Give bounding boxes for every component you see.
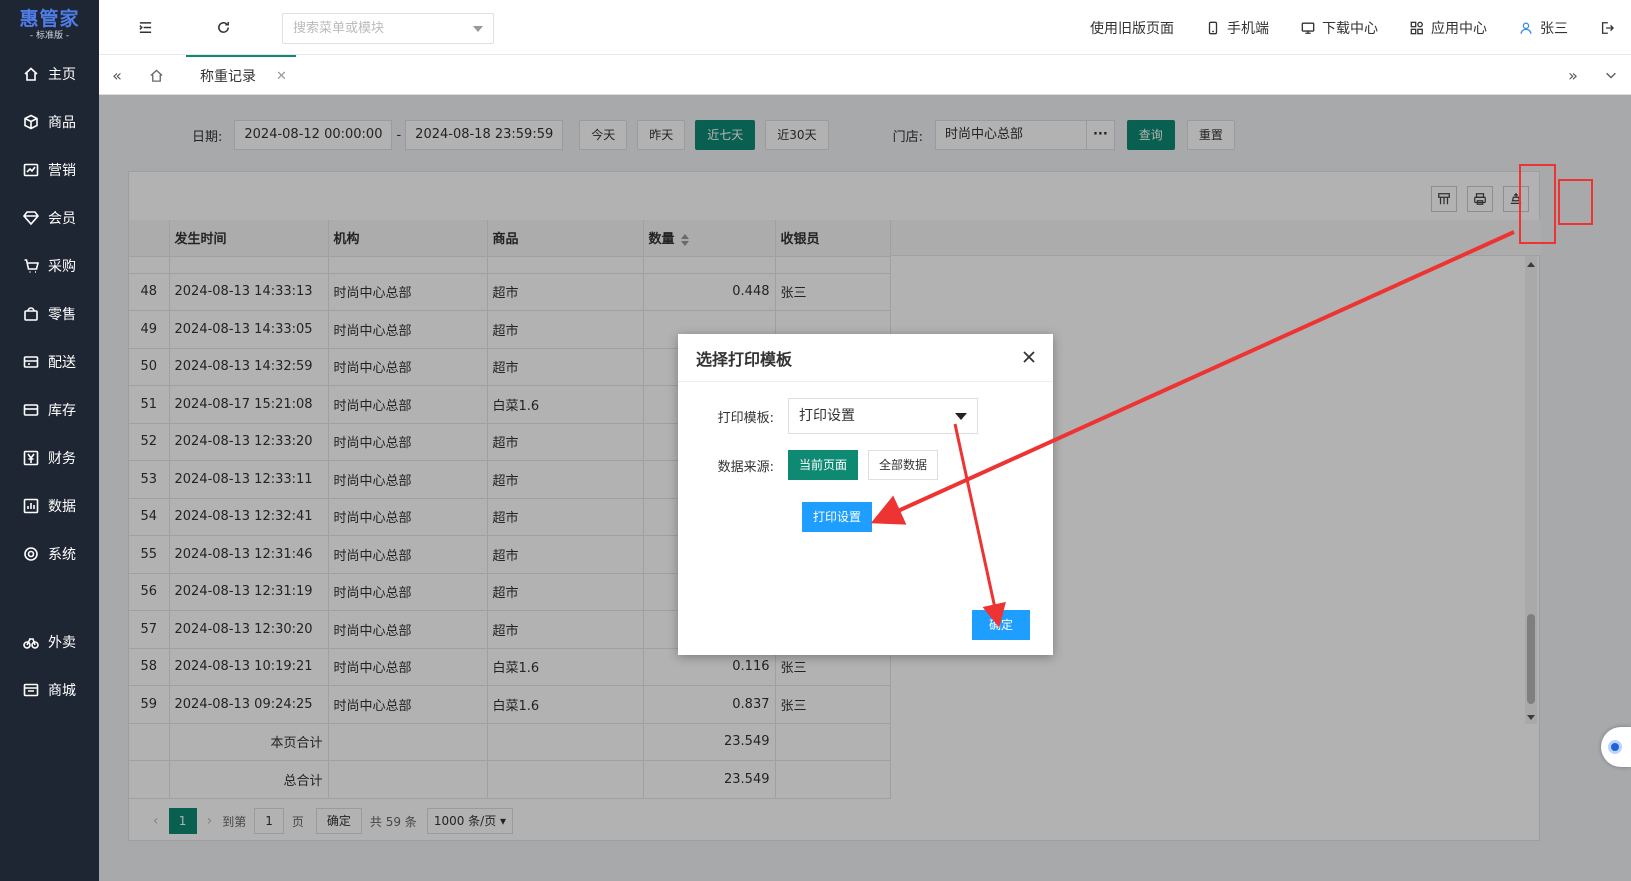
sidebar-item-label: 配送 xyxy=(48,355,76,371)
sidebar-item-label: 会员 xyxy=(48,211,76,227)
sidebar-item-truck[interactable]: 配送 xyxy=(0,338,99,386)
annotation-export-highlight xyxy=(1558,179,1593,225)
sidebar-item-cart[interactable]: 采购 xyxy=(0,242,99,290)
truck-icon xyxy=(22,353,40,371)
print-template-dialog: 选择打印模板 打印模板: 打印设置 数据来源: 当前页面 全部数据 打印设置 确… xyxy=(678,334,1053,655)
template-select[interactable]: 打印设置 xyxy=(788,398,978,434)
source-label: 数据来源: xyxy=(717,459,774,475)
print-settings-button[interactable]: 打印设置 xyxy=(802,502,873,532)
gear-icon xyxy=(22,545,40,563)
menu-search-input[interactable]: 搜索菜单或模块 xyxy=(282,13,494,44)
logo: 惠管家 - 标准版 - xyxy=(0,0,99,50)
sidebar-item-bike[interactable]: 外卖 xyxy=(0,618,99,666)
sidebar-item-label: 财务 xyxy=(48,451,76,467)
sidebar-item-store[interactable]: 商城 xyxy=(0,666,99,714)
store-icon xyxy=(22,681,40,699)
yen-icon xyxy=(22,449,40,467)
sidebar-item-chart[interactable]: 营销 xyxy=(0,146,99,194)
sidebar-item-label: 外卖 xyxy=(48,635,76,651)
logo-text: 惠管家 xyxy=(19,8,80,30)
sidebar-item-yen[interactable]: 财务 xyxy=(0,434,99,482)
sidebar-item-label: 采购 xyxy=(48,259,76,275)
sidebar-item-bar-chart[interactable]: 数据 xyxy=(0,482,99,530)
tab-bar: « 称重记录 ✕ » xyxy=(99,55,1631,95)
home-icon xyxy=(22,65,40,83)
sidebar: 惠管家 - 标准版 - 主页 商品 营销 会员 采购 零售 配送 库存 财务 数… xyxy=(0,0,99,881)
monitor-icon xyxy=(1301,22,1315,34)
top-bar: 搜索菜单或模块 使用旧版页面 手机端 下载中心 应用中心 张三 xyxy=(99,0,1631,55)
inventory-icon xyxy=(22,401,40,419)
bar-chart-icon xyxy=(22,497,40,515)
sidebar-item-box[interactable]: 商品 xyxy=(0,98,99,146)
home-tab-icon[interactable] xyxy=(146,65,166,85)
sidebar-item-label: 主页 xyxy=(48,67,76,83)
user-menu[interactable]: 张三 xyxy=(1519,18,1568,38)
chevron-down-icon xyxy=(473,26,483,32)
source-all-data-button[interactable]: 全部数据 xyxy=(868,450,939,480)
refresh-icon[interactable] xyxy=(212,16,234,38)
sidebar-item-inventory[interactable]: 库存 xyxy=(0,386,99,434)
close-icon[interactable] xyxy=(1021,349,1037,365)
apps-icon xyxy=(1410,21,1423,34)
diamond-icon xyxy=(22,209,40,227)
tab-weighing-records[interactable]: 称重记录 ✕ xyxy=(186,55,296,95)
mobile-link[interactable]: 手机端 xyxy=(1206,18,1269,38)
tabs-scroll-right-icon[interactable]: » xyxy=(1563,65,1583,85)
logout-icon xyxy=(1601,21,1614,34)
chevron-down-icon xyxy=(955,413,967,420)
sidebar-item-bag[interactable]: 零售 xyxy=(0,290,99,338)
sidebar-item-label: 商城 xyxy=(48,683,76,699)
user-icon xyxy=(1520,22,1532,34)
logout-button[interactable] xyxy=(1600,21,1621,35)
old-version-link[interactable]: 使用旧版页面 xyxy=(1090,18,1174,38)
sidebar-item-label: 库存 xyxy=(48,403,76,419)
tabs-dropdown-icon[interactable] xyxy=(1601,65,1621,85)
menu-collapse-icon[interactable] xyxy=(134,16,156,38)
sidebar-item-diamond[interactable]: 会员 xyxy=(0,194,99,242)
tabs-scroll-left-icon[interactable]: « xyxy=(107,65,127,85)
sidebar-item-label: 数据 xyxy=(48,499,76,515)
chart-icon xyxy=(22,161,40,179)
app-center-link[interactable]: 应用中心 xyxy=(1410,18,1487,38)
download-center-link[interactable]: 下载中心 xyxy=(1301,18,1378,38)
sidebar-item-label: 营销 xyxy=(48,163,76,179)
sidebar-item-label: 零售 xyxy=(48,307,76,323)
bag-icon xyxy=(22,305,40,323)
sidebar-item-label: 系统 xyxy=(48,547,76,563)
logo-subtitle: - 标准版 - xyxy=(29,31,70,41)
template-label: 打印模板: xyxy=(717,410,774,426)
box-icon xyxy=(22,113,40,131)
sidebar-item-gear[interactable]: 系统 xyxy=(0,530,99,578)
bike-icon xyxy=(22,633,40,651)
source-current-page-button[interactable]: 当前页面 xyxy=(788,450,859,480)
dialog-title: 选择打印模板 xyxy=(678,334,1053,382)
phone-icon xyxy=(1208,21,1218,34)
cart-icon xyxy=(22,257,40,275)
annotation-print-highlight xyxy=(1519,164,1556,244)
sidebar-item-label: 商品 xyxy=(48,115,76,131)
sidebar-item-home[interactable]: 主页 xyxy=(0,50,99,98)
search-placeholder: 搜索菜单或模块 xyxy=(293,21,385,36)
close-tab-icon[interactable]: ✕ xyxy=(276,69,287,84)
dialog-ok-button[interactable]: 确定 xyxy=(972,610,1031,640)
